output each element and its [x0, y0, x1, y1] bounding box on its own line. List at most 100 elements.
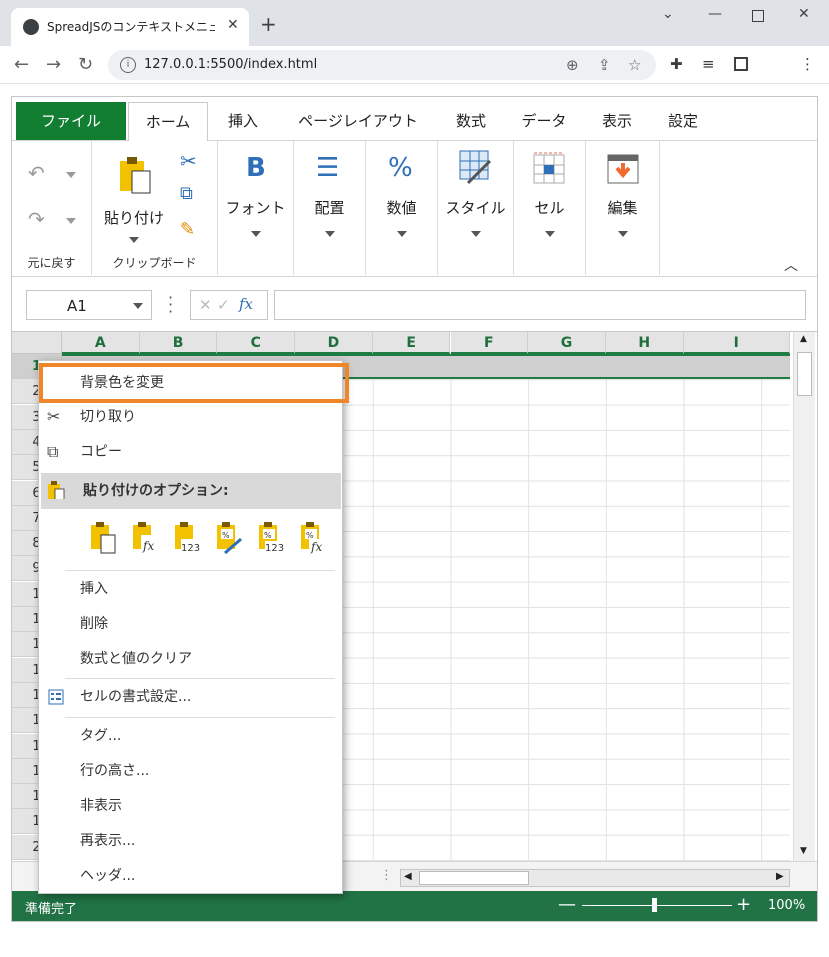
tab-home[interactable]: ホーム [128, 102, 208, 142]
tab-settings[interactable]: 設定 [658, 102, 708, 141]
maximize-icon[interactable] [752, 10, 764, 22]
zoom-in-icon[interactable]: + [736, 894, 751, 915]
menu-icon[interactable]: ⋮ [800, 55, 815, 73]
cell-dropdown-icon[interactable] [545, 231, 555, 237]
menu-item-delete[interactable]: 削除 [39, 607, 342, 641]
alignment-dropdown-icon[interactable] [325, 231, 335, 237]
column-header[interactable]: F [450, 332, 529, 354]
menu-item-unhide[interactable]: 再表示... [39, 824, 342, 858]
scroll-right-icon[interactable]: ▶ [776, 871, 784, 882]
zoom-slider[interactable] [582, 905, 732, 906]
tab-formulas[interactable]: 数式 [446, 102, 496, 141]
name-box-dropdown-icon[interactable] [133, 303, 143, 309]
back-icon[interactable]: ← [14, 54, 29, 75]
collapse-ribbon-icon[interactable]: ︿ [784, 255, 798, 275]
reload-icon[interactable]: ↻ [78, 54, 93, 75]
column-header[interactable]: B [139, 332, 218, 354]
cell-group[interactable]: セル [514, 141, 586, 275]
tab-insert[interactable]: 挿入 [218, 102, 268, 141]
formula-bar-menu-icon[interactable]: · · · [168, 290, 173, 320]
zoom-slider-handle[interactable] [652, 898, 657, 912]
edit-dropdown-icon[interactable] [618, 231, 628, 237]
number-dropdown-icon[interactable] [397, 231, 407, 237]
undo-icon[interactable]: ↶ [28, 161, 45, 185]
cancel-icon[interactable]: ✕ [199, 296, 212, 314]
tab-file[interactable]: ファイル [16, 102, 126, 140]
edit-group[interactable]: 編集 [586, 141, 660, 275]
name-box[interactable]: A1 [26, 290, 152, 320]
bookmark-star-icon[interactable]: ☆ [628, 56, 641, 74]
alignment-group[interactable]: ☰ 配置 [294, 141, 366, 275]
font-dropdown-icon[interactable] [251, 231, 261, 237]
minimize-icon[interactable]: — [708, 6, 722, 22]
select-all-corner[interactable] [12, 332, 62, 354]
close-tab-icon[interactable]: ✕ [227, 17, 239, 33]
redo-icon[interactable]: ↷ [28, 207, 45, 231]
paste-values-number-format-icon[interactable]: % 123 [257, 521, 287, 555]
vertical-scroll-thumb[interactable] [797, 352, 812, 396]
menu-item-cut[interactable]: ✂ 切り取り [39, 400, 342, 434]
scroll-down-icon[interactable]: ▼ [800, 846, 807, 856]
format-painter-icon[interactable]: ✎ [180, 219, 195, 240]
paste-formulas-number-format-icon[interactable]: % fx [299, 521, 329, 555]
column-header[interactable]: I [683, 332, 790, 354]
zoom-out-icon[interactable]: — [558, 894, 576, 915]
confirm-icon[interactable]: ✓ [217, 296, 230, 314]
menu-item-clear-contents[interactable]: 数式と値のクリア [39, 642, 342, 676]
column-header[interactable]: C [217, 332, 296, 354]
new-tab-icon[interactable]: + [260, 12, 277, 36]
menu-item-format-cells[interactable]: セルの書式設定... [39, 680, 342, 714]
menu-item-header[interactable]: ヘッダ... [39, 859, 342, 893]
tab-search-icon[interactable]: ⌄ [662, 6, 674, 22]
cell-label: セル [534, 199, 565, 217]
cut-icon[interactable]: ✂ [180, 149, 197, 173]
paste-formulas-icon[interactable]: fx [131, 521, 161, 555]
zoom-value[interactable]: 100% [768, 898, 805, 913]
side-panel-icon[interactable] [734, 57, 748, 71]
number-group[interactable]: % 数値 [366, 141, 438, 275]
menu-item-change-bg-color[interactable]: 背景色を変更 [39, 363, 349, 403]
close-window-icon[interactable]: ✕ [798, 6, 810, 22]
column-header[interactable]: G [528, 332, 606, 354]
zoom-icon[interactable]: ⊕ [566, 56, 579, 74]
extensions-icon[interactable]: ✚ [670, 55, 683, 73]
column-header[interactable]: A [62, 332, 140, 354]
tab-page-layout[interactable]: ページレイアウト [284, 102, 432, 141]
paste-values-icon[interactable]: 123 [173, 521, 203, 555]
tab-view[interactable]: 表示 [592, 102, 642, 141]
menu-item-hide[interactable]: 非表示 [39, 789, 342, 823]
font-group[interactable]: B フォント [218, 141, 294, 275]
tab-data[interactable]: データ [512, 102, 576, 141]
copy-icon[interactable]: ⧉ [180, 183, 193, 204]
paste-formatting-icon[interactable]: % [215, 521, 245, 555]
paste-all-icon[interactable] [89, 521, 119, 555]
splitter-icon[interactable]: ⋮ [380, 868, 393, 883]
column-header[interactable]: D [295, 332, 373, 354]
browser-tab[interactable]: SpreadJSのコンテキストメニューのカス ✕ [11, 8, 249, 46]
horizontal-scroll-thumb[interactable] [419, 871, 529, 885]
column-header[interactable]: E [372, 332, 451, 354]
scroll-left-icon[interactable]: ◀ [404, 871, 412, 882]
style-dropdown-icon[interactable] [471, 231, 481, 237]
horizontal-scrollbar[interactable]: ◀ ▶ [400, 869, 790, 887]
paste-label[interactable]: 貼り付け [72, 207, 196, 228]
menu-separator [65, 678, 335, 679]
omnibox[interactable]: i 127.0.0.1:5500/index.html ⊕ ⇪ ☆ [108, 50, 656, 80]
formula-input[interactable] [274, 290, 806, 320]
column-header[interactable]: H [605, 332, 684, 354]
scroll-up-icon[interactable]: ▲ [800, 334, 807, 344]
media-icon[interactable]: ≡ [702, 55, 715, 73]
vertical-scrollbar[interactable]: ▲ ▼ [793, 332, 815, 861]
undo-dropdown-icon[interactable] [66, 172, 76, 178]
forward-icon[interactable]: → [46, 54, 61, 75]
menu-item-copy[interactable]: ⧉ コピー [39, 435, 342, 469]
menu-item-tag[interactable]: タグ... [39, 719, 342, 753]
style-group[interactable]: スタイル [438, 141, 514, 275]
paste-icon[interactable] [118, 155, 154, 195]
menu-item-insert[interactable]: 挿入 [39, 572, 342, 606]
site-info-icon[interactable]: i [120, 57, 136, 73]
insert-function-icon[interactable]: fx [239, 295, 253, 313]
menu-item-row-height[interactable]: 行の高さ... [39, 754, 342, 788]
paste-dropdown-icon[interactable] [129, 237, 139, 243]
share-icon[interactable]: ⇪ [598, 56, 611, 74]
